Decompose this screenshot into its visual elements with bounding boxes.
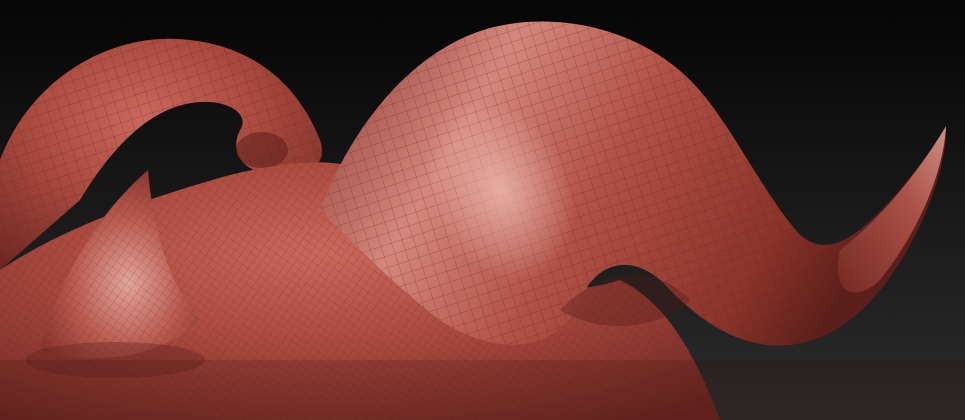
mesh-render: [0, 21, 965, 420]
sculpt-viewport[interactable]: [0, 0, 965, 420]
foreground-shadow: [0, 360, 965, 420]
main-horn: [320, 21, 947, 346]
